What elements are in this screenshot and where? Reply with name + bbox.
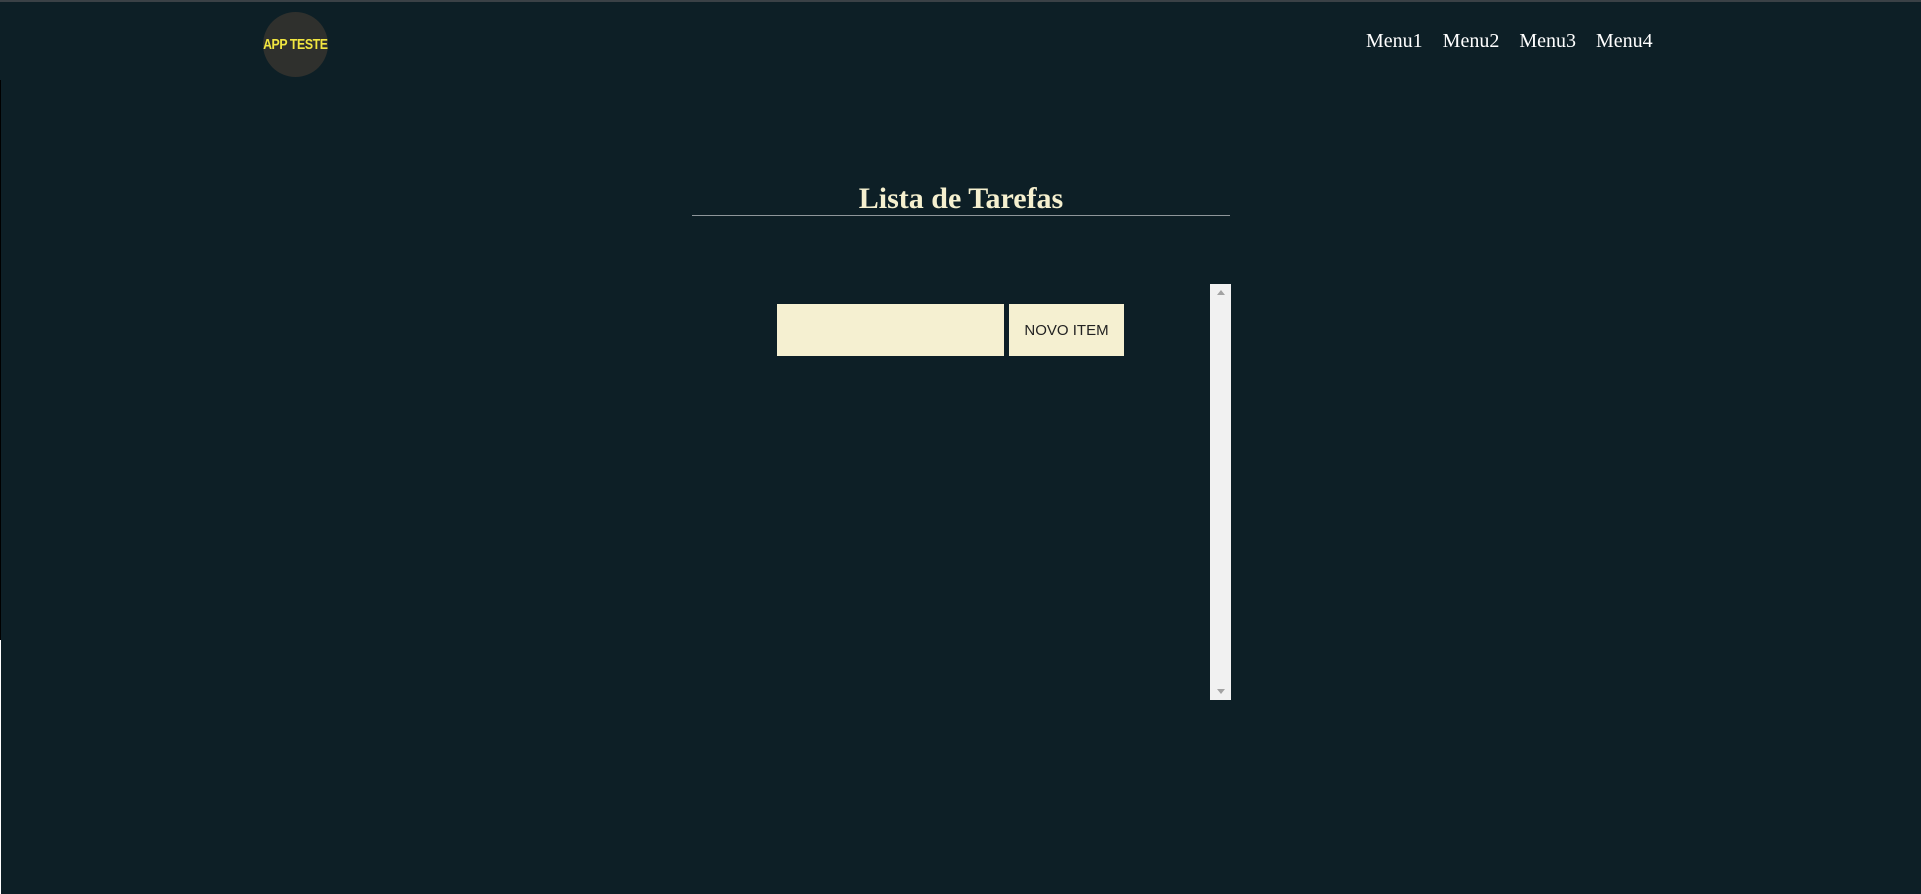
title-divider — [692, 215, 1230, 216]
task-list-scrollbar[interactable] — [1210, 284, 1231, 700]
nav-item-menu2[interactable]: Menu2 — [1443, 29, 1500, 53]
top-border — [0, 0, 1921, 2]
scroll-up-button[interactable] — [1210, 284, 1231, 301]
left-edge — [0, 80, 1, 640]
logo-text: APP TESTE — [263, 36, 328, 53]
new-item-button[interactable]: NOVO ITEM — [1009, 304, 1124, 356]
page-title: Lista de Tarefas — [858, 182, 1064, 215]
task-input[interactable] — [777, 304, 1004, 356]
main-nav: Menu1 Menu2 Menu3 Menu4 — [1366, 29, 1673, 53]
triangle-down-icon — [1216, 689, 1225, 694]
triangle-up-icon — [1216, 290, 1225, 295]
logo[interactable]: APP TESTE — [263, 12, 328, 77]
scroll-down-button[interactable] — [1210, 683, 1231, 700]
nav-item-menu4[interactable]: Menu4 — [1596, 29, 1653, 53]
left-edge-lower — [0, 640, 1, 894]
nav-item-menu3[interactable]: Menu3 — [1519, 29, 1576, 53]
nav-item-menu1[interactable]: Menu1 — [1366, 29, 1423, 53]
